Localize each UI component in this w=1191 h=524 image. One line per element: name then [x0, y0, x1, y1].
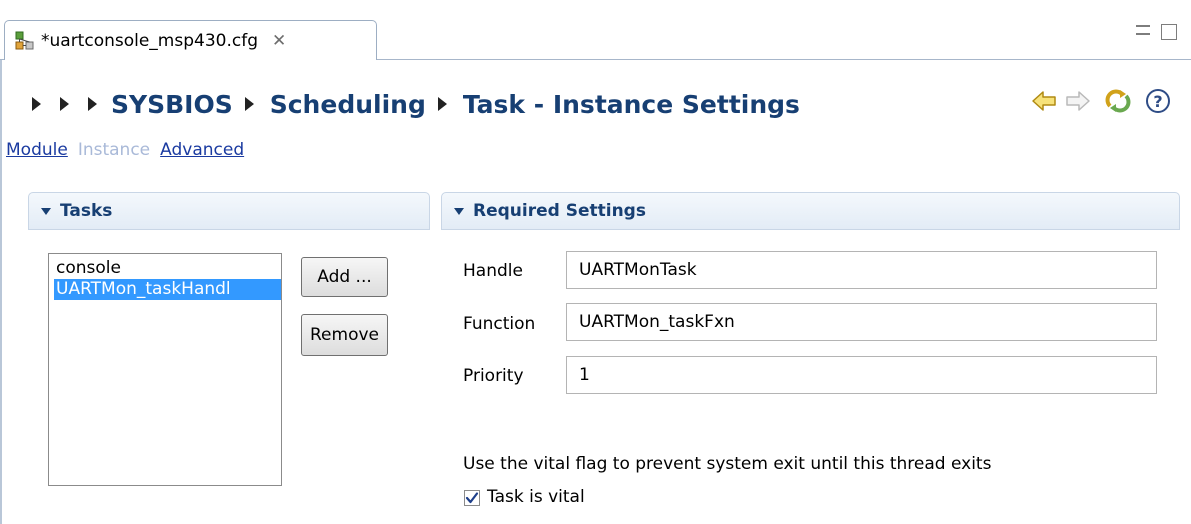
breadcrumb-sysbios[interactable]: SYSBIOS [111, 90, 233, 119]
tab-title: *uartconsole_msp430.cfg [41, 31, 258, 51]
priority-field[interactable]: 1 [566, 356, 1157, 394]
maximize-icon[interactable] [1161, 24, 1177, 40]
chevron-right-icon[interactable] [244, 97, 254, 111]
handle-label: Handle [463, 261, 523, 281]
advanced-link[interactable]: Advanced [160, 140, 244, 164]
task-list[interactable]: console UARTMon_taskHandl [48, 253, 282, 486]
chevron-down-icon [41, 207, 51, 215]
chevron-right-icon[interactable] [88, 97, 97, 111]
remove-task-button[interactable]: Remove [301, 314, 388, 356]
forward-arrow-icon[interactable] [1064, 88, 1092, 114]
page-title: Task - Instance Settings [462, 89, 800, 119]
function-label: Function [463, 314, 536, 334]
required-settings-title: Required Settings [473, 201, 646, 221]
tasks-section-title: Tasks [60, 201, 113, 221]
breadcrumb-scheduling[interactable]: Scheduling [270, 90, 426, 119]
vital-description: Use the vital flag to prevent system exi… [463, 454, 992, 474]
help-icon[interactable]: ? [1146, 89, 1170, 113]
task-vital-label[interactable]: Task is vital [487, 487, 585, 507]
task-vital-checkbox[interactable] [464, 490, 480, 506]
chevron-right-icon[interactable] [32, 97, 41, 111]
page-links: Module Instance Advanced [6, 140, 244, 164]
close-icon[interactable]: ✕ [272, 31, 286, 51]
chevron-down-icon [454, 207, 464, 215]
priority-label: Priority [463, 366, 524, 386]
task-list-item-uartmon[interactable]: UARTMon_taskHandl [54, 279, 281, 300]
back-arrow-icon[interactable] [1030, 88, 1058, 114]
refresh-icon[interactable] [1104, 88, 1132, 114]
required-settings-header[interactable]: Required Settings [441, 192, 1180, 230]
breadcrumb: SYSBIOS Scheduling Task - Instance Setti… [32, 84, 800, 124]
minimize-icon[interactable] [1136, 25, 1150, 35]
function-field[interactable]: UARTMon_taskFxn [566, 303, 1157, 341]
editor-tab[interactable]: *uartconsole_msp430.cfg ✕ [4, 20, 377, 61]
add-task-button[interactable]: Add ... [301, 257, 388, 297]
config-file-icon [15, 31, 35, 51]
module-link[interactable]: Module [6, 140, 68, 164]
chevron-right-icon[interactable] [60, 97, 69, 111]
handle-field[interactable]: UARTMonTask [566, 251, 1157, 289]
task-list-item-console[interactable]: console [54, 258, 281, 279]
tasks-section-header[interactable]: Tasks [28, 192, 430, 230]
checkmark-icon [465, 492, 479, 504]
chevron-right-icon[interactable] [437, 97, 447, 111]
instance-link: Instance [77, 140, 151, 160]
